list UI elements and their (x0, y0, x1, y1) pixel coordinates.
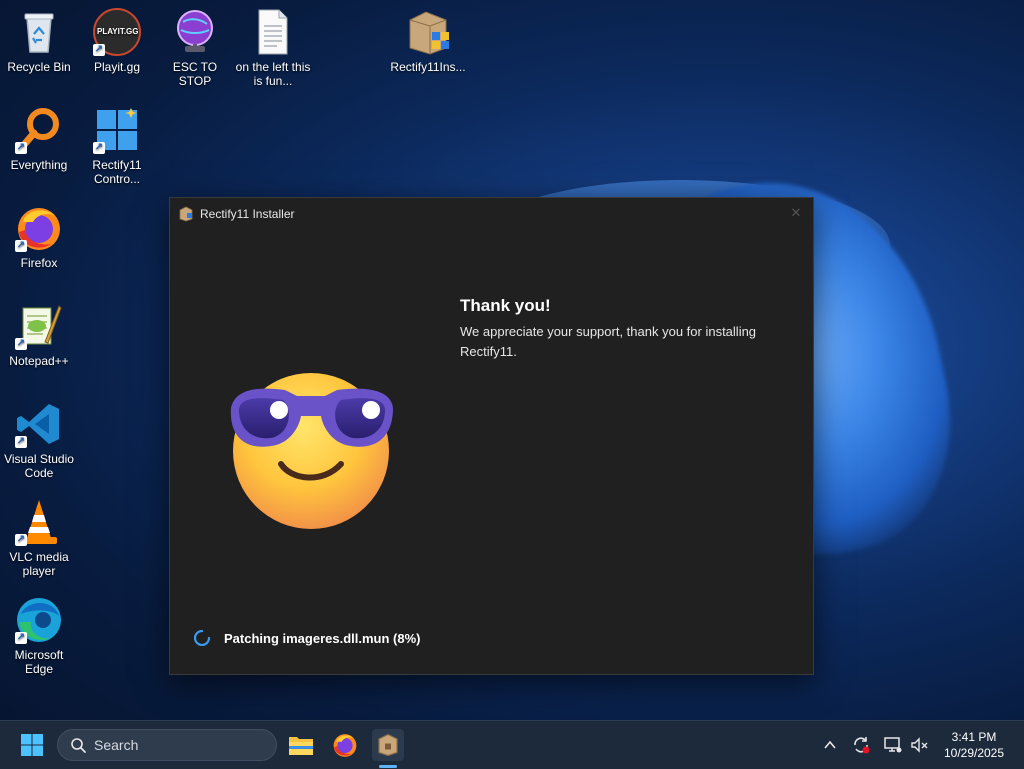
window-titlebar[interactable]: Rectify11 Installer (170, 198, 813, 230)
firefox-icon: ↗ (15, 204, 63, 252)
folder-icon (289, 737, 313, 755)
shortcut-arrow-icon: ↗ (15, 338, 27, 350)
install-status: Patching imageres.dll.mun (8%) (194, 630, 421, 646)
desktop-icon-recycle-bin[interactable]: Recycle Bin (1, 8, 77, 74)
clock-time: 3:41 PM (951, 730, 997, 744)
window-title: Rectify11 Installer (200, 207, 295, 221)
shortcut-arrow-icon: ↗ (15, 632, 27, 644)
shortcut-arrow-icon: ↗ (15, 534, 27, 546)
shortcut-arrow-icon: ↗ (93, 44, 105, 56)
taskbar-firefox[interactable] (329, 729, 361, 761)
status-text: Patching imageres.dll.mun (8%) (224, 630, 421, 646)
text-document-icon (249, 8, 297, 56)
shortcut-arrow-icon: ↗ (15, 142, 27, 154)
desktop-icon-label: Notepad++ (9, 354, 69, 368)
search-icon (71, 738, 86, 753)
shortcut-arrow-icon: ↗ (15, 240, 27, 252)
vscode-icon: ↗ (15, 400, 63, 448)
search-placeholder: Search (94, 737, 139, 753)
desktop-icon-vlc[interactable]: ↗ VLC media player (1, 498, 77, 578)
thank-you-heading: Thank you! (460, 296, 551, 315)
desktop-icon-label: Rectify11Ins... (390, 60, 466, 74)
firefox-icon (333, 734, 357, 757)
spinner-icon (194, 630, 210, 646)
desktop-icon-label: Recycle Bin (7, 60, 71, 74)
desktop-icon-rectify11-control[interactable]: ↗ Rectify11 Contro... (79, 106, 155, 186)
desktop-icon-everything[interactable]: ↗ Everything (1, 106, 77, 172)
show-hidden-icons-button[interactable] (818, 729, 842, 761)
desktop-icon-label: Visual Studio Code (4, 452, 74, 480)
shortcut-arrow-icon: ↗ (15, 436, 27, 448)
network-icon (884, 737, 902, 753)
desktop-icon-label: VLC media player (9, 550, 69, 578)
chevron-up-icon (824, 740, 836, 749)
desktop-icon-esc-to-stop[interactable]: ESC TO STOP (157, 8, 233, 88)
tray-sync[interactable] (849, 729, 873, 761)
desktop-icon-vscode[interactable]: ↗ Visual Studio Code (1, 400, 77, 480)
shortcut-arrow-icon: ↗ (93, 142, 105, 154)
desktop-icon-edge[interactable]: ↗ Microsoft Edge (1, 596, 77, 676)
desktop-icon-rectify11-installer[interactable]: Rectify11Ins... (390, 8, 466, 74)
desktop-icon-label: Rectify11 Contro... (92, 158, 142, 186)
windows-start-icon (21, 734, 43, 756)
package-icon (378, 733, 398, 757)
recycle-bin-icon (15, 8, 63, 56)
volume-muted-icon (911, 737, 928, 753)
vlc-cone-icon: ↗ (15, 498, 63, 546)
taskbar-search[interactable]: Search (57, 729, 277, 761)
tray-network[interactable] (881, 729, 905, 761)
thank-you-message: We appreciate your support, thank you fo… (460, 324, 757, 359)
desktop-icon-playit[interactable]: PLAYIT.GG ↗ Playit.gg (79, 8, 155, 74)
installer-window: Rectify11 Installer ✕ Thank you! We appr… (169, 197, 814, 675)
notepadpp-icon: ↗ (15, 302, 63, 350)
taskbar-file-explorer[interactable] (285, 729, 317, 761)
desktop-icon-label: on the left this is fun... (235, 60, 311, 88)
desktop-icon-firefox[interactable]: ↗ Firefox (1, 204, 77, 270)
desktop-icon-label: ESC TO STOP (172, 60, 218, 88)
start-button[interactable] (16, 729, 48, 761)
playit-logo-text: PLAYIT.GG (97, 27, 139, 36)
globe-icon (171, 8, 219, 56)
package-icon (179, 206, 193, 222)
desktop-icon-text-file[interactable]: on the left this is fun... (235, 8, 311, 88)
taskbar: Search 3:41 PM 10/29/2025 (0, 720, 1024, 769)
desktop-icon-label: Everything (10, 158, 68, 172)
sync-icon (854, 737, 870, 754)
taskbar-rectify11-installer[interactable] (372, 729, 404, 761)
taskbar-clock[interactable]: 3:41 PM 10/29/2025 (934, 729, 1014, 761)
package-icon (404, 8, 452, 56)
magnifier-icon: ↗ (15, 106, 63, 154)
windows-logo-icon: ↗ (93, 106, 141, 154)
desktop-icon-label: Firefox (20, 256, 58, 270)
edge-icon: ↗ (15, 596, 63, 644)
tray-volume[interactable] (907, 729, 931, 761)
clock-date: 10/29/2025 (943, 746, 1005, 760)
desktop-icon-label: Microsoft Edge (14, 648, 64, 676)
playit-icon: PLAYIT.GG ↗ (93, 8, 141, 56)
desktop-icon-notepadpp[interactable]: ↗ Notepad++ (1, 302, 77, 368)
close-button[interactable]: ✕ (787, 204, 805, 222)
sunglasses-emoji-icon (230, 373, 393, 529)
desktop-icon-label: Playit.gg (93, 60, 141, 74)
